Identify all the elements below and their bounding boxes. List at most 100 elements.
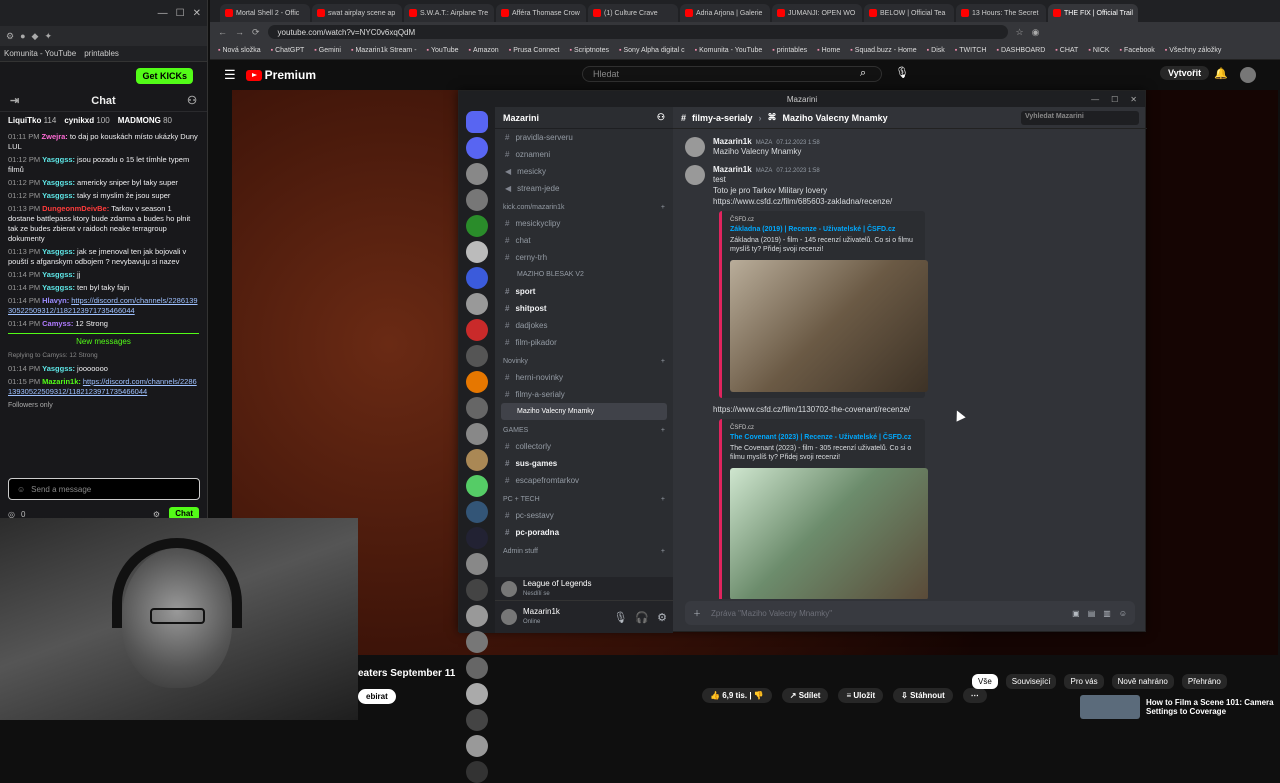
filter-chip[interactable]: Vše — [972, 674, 998, 689]
server-icon[interactable] — [466, 579, 488, 601]
message-username[interactable]: Yasggss: — [42, 283, 75, 292]
message-username[interactable]: Mazarin1k: — [42, 377, 81, 386]
message-link[interactable]: https://www.csfd.cz/film/685603-zakladna… — [713, 196, 925, 207]
channel-category[interactable]: PC + TECH + — [501, 491, 667, 507]
account-avatar[interactable] — [1240, 67, 1256, 83]
mic-icon[interactable]: 🎙 — [895, 66, 909, 79]
bookmark-item[interactable]: Home — [817, 47, 841, 54]
search-icon[interactable]: ⌕ — [860, 67, 866, 80]
embed-image[interactable] — [730, 260, 928, 392]
channel-category[interactable]: Novinky + — [501, 353, 667, 369]
collapse-chat-icon[interactable]: ⇥ — [10, 94, 19, 107]
minimize-icon[interactable]: — — [1091, 95, 1099, 104]
message-author[interactable]: Mazarin1k — [713, 165, 752, 174]
menu-icon[interactable]: ☰ — [224, 67, 236, 83]
add-channel-icon[interactable]: + — [661, 358, 665, 365]
browser-tab[interactable]: Afféra Thomase Crow — [496, 4, 586, 22]
channel-item[interactable]: # pc-poradna — [501, 524, 667, 541]
minimize-icon[interactable]: — — [158, 8, 168, 19]
mic-icon[interactable]: 🎙 — [613, 611, 627, 624]
channel-item[interactable]: # oznameni — [501, 146, 667, 163]
bookmark-item[interactable]: TWITCH — [955, 47, 986, 54]
channel-item[interactable]: # filmy-a-serialy — [501, 386, 667, 403]
thread-item[interactable]: MAZIHO BLESAK V2 — [501, 266, 667, 283]
bookmark-item[interactable]: Gemini — [314, 47, 341, 54]
subscribe-button[interactable]: ebirat — [358, 689, 396, 704]
create-button[interactable]: Vytvořit — [1160, 66, 1210, 80]
server-icon[interactable] — [466, 241, 488, 263]
youtube-search-input[interactable]: Hledat — [582, 66, 882, 82]
gift-icon[interactable]: ▣ — [1072, 609, 1080, 618]
message-username[interactable]: Hlavyn: — [42, 296, 69, 305]
server-icon[interactable] — [466, 267, 488, 289]
channel-item[interactable]: # film-pikador — [501, 334, 667, 351]
extension-icon[interactable]: ◆ — [32, 31, 39, 42]
add-attachment-icon[interactable]: ＋ — [693, 608, 701, 619]
channel-item[interactable]: ◀ stream-jede — [501, 180, 667, 197]
message-username[interactable]: Yasggss: — [42, 247, 75, 256]
back-icon[interactable]: ← — [218, 27, 227, 37]
server-icon[interactable] — [466, 631, 488, 653]
bookmark-item[interactable]: ChatGPT — [271, 47, 304, 54]
share-button[interactable]: ↗ Sdílet — [781, 688, 829, 703]
message-username[interactable]: Camyss: — [42, 319, 73, 328]
message-username[interactable]: Zwejra: — [42, 132, 68, 141]
channel-category[interactable]: kick.com/mazarin1k + — [501, 199, 667, 215]
add-channel-icon[interactable]: + — [661, 548, 665, 555]
browser-tab[interactable]: swat airplay scene ap — [312, 4, 402, 22]
channel-item[interactable]: # pravidla-serveru — [501, 129, 667, 146]
emote-icon[interactable]: ☺ — [17, 485, 25, 494]
close-icon[interactable]: ✕ — [193, 8, 201, 19]
server-icon[interactable] — [466, 709, 488, 731]
get-kicks-button[interactable]: Get KICKs — [136, 68, 193, 84]
message-username[interactable]: Yasggss: — [42, 191, 75, 200]
message-link[interactable]: https://www.csfd.cz/film/1130702-the-cov… — [713, 404, 925, 415]
bookmark-item[interactable]: Všechny záložky — [1165, 47, 1221, 54]
bookmark-item[interactable]: NICK — [1088, 47, 1110, 54]
channel-item[interactable]: # herni-novinky — [501, 369, 667, 386]
sticker-icon[interactable]: ▥ — [1103, 609, 1111, 618]
thread-item-selected[interactable]: Maziho Valecny Mnamky — [501, 403, 667, 420]
server-icon[interactable] — [466, 397, 488, 419]
server-icon[interactable] — [466, 735, 488, 757]
bookmark-item[interactable]: DASHBOARD — [996, 47, 1045, 54]
bookmark-item[interactable]: Komunita - YouTube — [4, 49, 76, 58]
browser-tab[interactable]: S.W.A.T.: Airplane Tre — [404, 4, 494, 22]
server-icon[interactable] — [466, 475, 488, 497]
channel-item[interactable]: # chat — [501, 232, 667, 249]
embed-image[interactable] — [730, 468, 928, 599]
filter-chip[interactable]: Nově nahráno — [1111, 674, 1174, 689]
message-avatar[interactable] — [685, 137, 705, 157]
server-icon[interactable] — [466, 527, 488, 549]
message-composer[interactable]: ＋ Zpráva "Maziho Valecny Mnamky" ▣ ▤ ▥ ☺ — [685, 601, 1135, 625]
bookmark-item[interactable]: printables — [84, 49, 119, 58]
bookmark-item[interactable]: Mazarin1k Stream - — [351, 47, 416, 54]
browser-tab[interactable]: JUMANJI: OPEN WO — [772, 4, 862, 22]
channel-item[interactable]: # sport — [501, 283, 667, 300]
settings-icon[interactable]: ⚙ — [657, 611, 667, 624]
discord-home-icon[interactable] — [466, 111, 488, 133]
chat-message-input[interactable]: ☺ Send a message — [8, 478, 200, 500]
browser-tab[interactable]: 13 Hours: The Secret — [956, 4, 1046, 22]
address-bar[interactable]: youtube.com/watch?v=NYC0v6xqQdM — [267, 25, 1008, 39]
star-icon[interactable]: ☆ — [1016, 27, 1024, 38]
channel-item[interactable]: # shitpost — [501, 300, 667, 317]
browser-tab[interactable]: (1) Culture Crave — [588, 4, 678, 22]
message-username[interactable]: Yasggss: — [42, 364, 75, 373]
channel-item[interactable]: ◀ mesicky — [501, 163, 667, 180]
channel-item[interactable]: # sus-games — [501, 455, 667, 472]
add-channel-icon[interactable]: + — [661, 427, 665, 434]
bookmark-item[interactable]: YouTube — [427, 47, 459, 54]
add-channel-icon[interactable]: + — [661, 496, 665, 503]
server-icon[interactable] — [466, 293, 488, 315]
breadcrumb-channel[interactable]: filmy-a-serialy — [692, 113, 753, 123]
filter-chip[interactable]: Související — [1005, 674, 1057, 689]
bookmark-item[interactable]: printables — [772, 47, 807, 54]
bookmark-item[interactable]: Nová složka — [218, 47, 260, 54]
embed-title[interactable]: The Covenant (2023) | Recenze - Uživatel… — [730, 434, 917, 441]
forward-icon[interactable]: → — [235, 27, 244, 37]
server-icon[interactable] — [466, 189, 488, 211]
bookmark-item[interactable]: Prusa Connect — [509, 47, 559, 54]
extension-icon[interactable]: ⚙ — [6, 31, 14, 42]
bookmark-item[interactable]: Facebook — [1120, 47, 1155, 54]
